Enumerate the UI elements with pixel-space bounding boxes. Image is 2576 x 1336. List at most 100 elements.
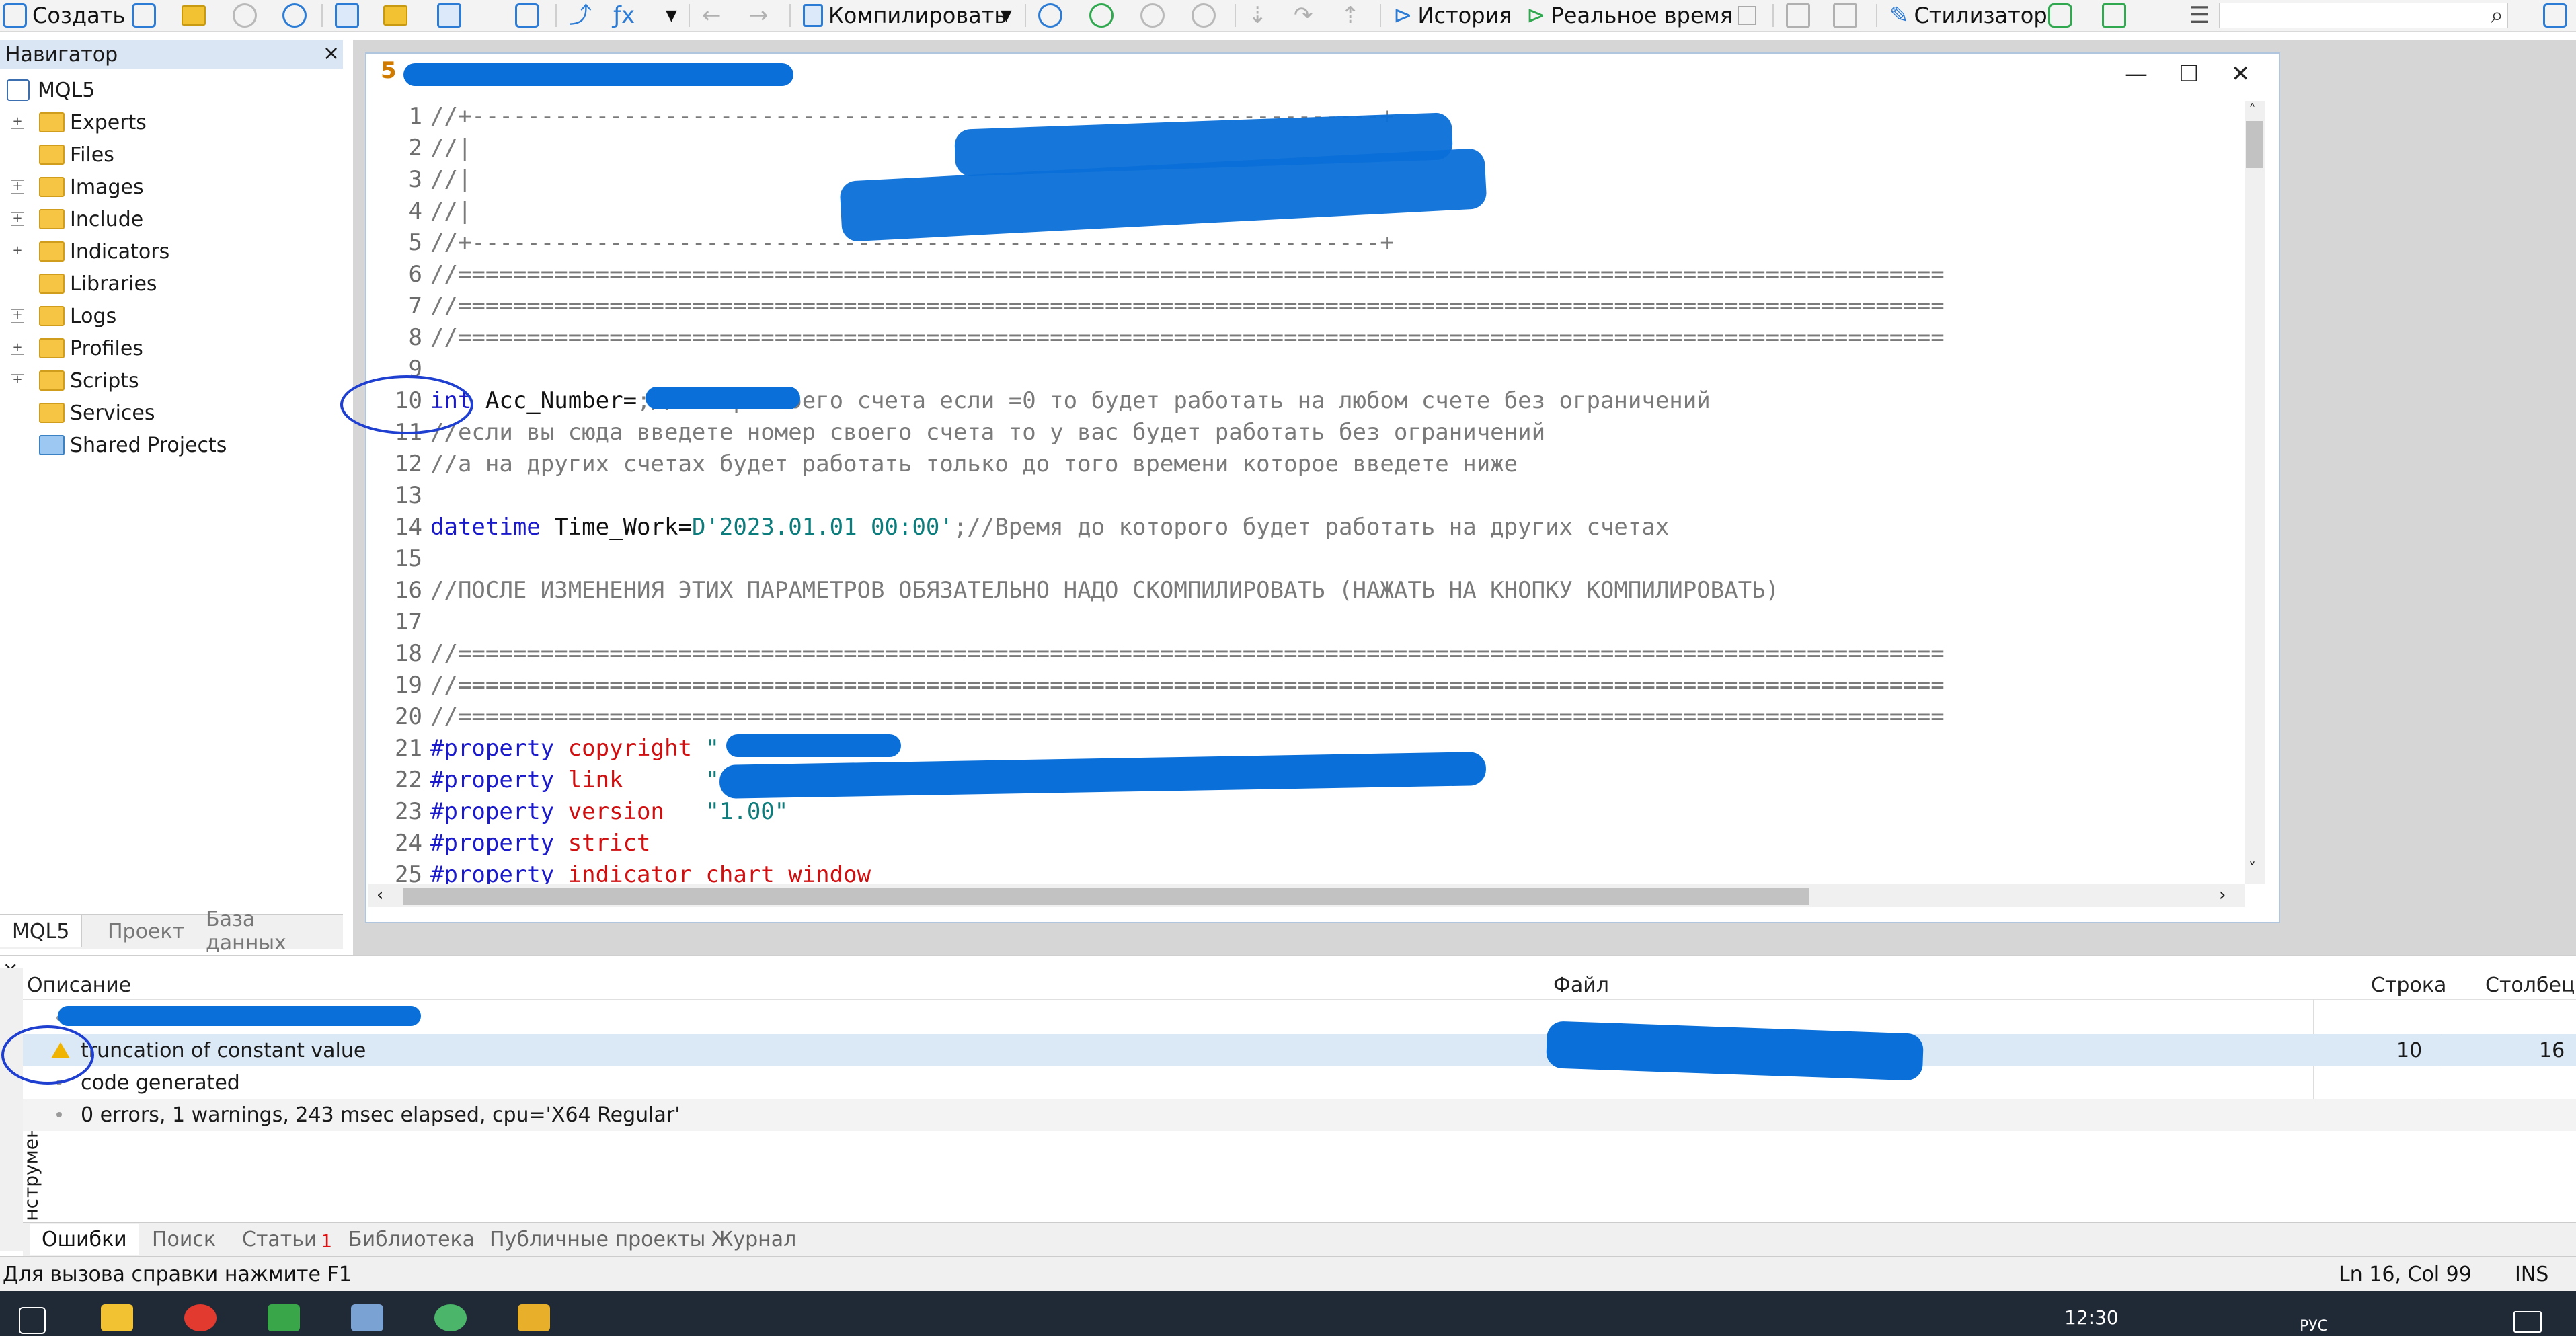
code-line[interactable]: 16 //ПОСЛЕ ИЗМЕНЕНИЯ ЭТИХ ПАРАМЕТРОВ ОБЯЗ… [368, 575, 1779, 606]
realtime-checkbox[interactable] [1738, 0, 1756, 31]
col-file[interactable]: Файл [1553, 974, 1609, 997]
find-doc-button[interactable] [1833, 0, 1857, 31]
tab-search[interactable]: Поиск [140, 1224, 228, 1255]
realtime-button[interactable]: ⊳ Реальное время [1526, 0, 1733, 31]
windows-start-icon[interactable] [19, 1307, 46, 1334]
print-button[interactable] [515, 0, 539, 31]
navigator-toggle-button[interactable] [335, 0, 359, 31]
chrome-icon[interactable] [184, 1304, 217, 1331]
code-line[interactable]: 17 [368, 606, 422, 638]
navigator-close-icon[interactable]: × [323, 42, 340, 65]
copy-button[interactable] [437, 0, 461, 31]
save-button[interactable] [282, 0, 307, 31]
download-button[interactable] [233, 0, 257, 31]
expand-icon[interactable]: + [11, 116, 24, 129]
var-button[interactable]: ⤴ [569, 0, 592, 31]
error-row-warning[interactable]: truncation of constant value 10 16 [23, 1034, 2576, 1066]
scroll-down-icon[interactable]: ˅ [2249, 861, 2256, 877]
expand-icon[interactable]: + [11, 342, 24, 355]
tab-errors[interactable]: Ошибки [30, 1224, 139, 1255]
code-line[interactable]: 15 [368, 543, 422, 575]
nav-tab-mql5[interactable]: MQL5 [0, 915, 83, 947]
col-description[interactable]: Описание [27, 974, 131, 997]
vertical-scroll-thumb[interactable] [2246, 121, 2263, 168]
debug-start-button[interactable] [1089, 0, 1114, 31]
app-icon[interactable] [434, 1304, 467, 1331]
app-icon[interactable] [268, 1304, 300, 1331]
cloud-button[interactable] [2102, 0, 2126, 31]
code-line[interactable]: 8 //=====================================… [368, 322, 1945, 354]
app-icon[interactable] [351, 1304, 383, 1331]
create-button[interactable]: Создать [3, 0, 125, 31]
history-button[interactable]: ⊳ История [1393, 0, 1512, 31]
code-line[interactable]: 3 //| [368, 164, 472, 196]
search-button[interactable]: ⌕ [2491, 0, 2503, 31]
code-line[interactable]: 6 //=====================================… [368, 259, 1945, 290]
error-row-summary[interactable]: 0 errors, 1 warnings, 243 msec elapsed, … [23, 1099, 2576, 1131]
copy-doc-button[interactable] [1786, 0, 1810, 31]
horizontal-scroll-thumb[interactable] [403, 888, 1809, 905]
scroll-right-icon[interactable]: › [2219, 885, 2226, 905]
code-line[interactable]: 18 //====================================… [368, 638, 1945, 670]
tab-public-projects[interactable]: Публичные проекты [477, 1224, 717, 1255]
step-into-button[interactable]: ⇣ [1248, 0, 1267, 31]
code-line[interactable]: 24 #property strict [368, 828, 650, 859]
expand-icon[interactable]: + [11, 309, 24, 323]
minimize-button[interactable]: — [2125, 61, 2148, 87]
open-button[interactable] [182, 0, 206, 31]
search-input[interactable] [2219, 3, 2508, 28]
expand-icon[interactable]: + [11, 245, 24, 258]
metaeditor-icon[interactable] [518, 1304, 550, 1331]
compile-button[interactable]: Компилировать [803, 0, 1007, 31]
code-line[interactable]: 7 //=====================================… [368, 290, 1945, 322]
debug-history-button[interactable] [1038, 0, 1062, 31]
add-button[interactable] [132, 0, 156, 31]
code-line[interactable]: 23 #property version "1.00" [368, 796, 788, 828]
code-line[interactable]: 2 //| [368, 132, 472, 164]
expand-icon[interactable]: + [11, 374, 24, 387]
shield-button[interactable] [2048, 0, 2072, 31]
tab-journal[interactable]: Журнал [699, 1224, 808, 1255]
folder-button[interactable] [383, 0, 407, 31]
error-row[interactable]: code generated [23, 1066, 2576, 1099]
step-over-button[interactable]: ↷ [1294, 0, 1313, 31]
code-line[interactable]: 12 //а на других счетах будет работать то… [368, 448, 1518, 480]
tab-articles[interactable]: Статьи 1 [230, 1224, 344, 1255]
code-line[interactable]: 19 //====================================… [368, 670, 1945, 701]
nav-tab-project[interactable]: Проект [95, 915, 196, 947]
code-line[interactable]: 21 #property copyright " [368, 733, 719, 764]
step-out-button[interactable]: ⇡ [1341, 0, 1360, 31]
function-button[interactable]: ƒx [613, 0, 635, 31]
code-line[interactable]: 20 //====================================… [368, 701, 1945, 733]
forward-button[interactable]: → [749, 0, 769, 31]
settings-button[interactable]: ☰ [2189, 0, 2210, 31]
stop-button[interactable] [1192, 0, 1216, 31]
notification-icon[interactable] [2513, 1311, 2542, 1333]
function-dropdown[interactable]: ▼ [666, 0, 677, 31]
expand-icon[interactable]: + [11, 212, 24, 226]
code-line[interactable]: 1//+------------------------------------… [368, 101, 1394, 132]
compile-dropdown[interactable]: ▼ [1001, 0, 1012, 31]
taskbar-clock[interactable]: 12:30 [2064, 1306, 2119, 1329]
styler-button[interactable]: ✎ Стилизатор [1889, 0, 2047, 31]
scroll-up-icon[interactable]: ˄ [2249, 102, 2256, 119]
code-line[interactable]: 4 //| [368, 196, 472, 227]
account-button[interactable] [2543, 0, 2567, 31]
code-line[interactable]: 22 #property link " [368, 764, 719, 796]
code-line[interactable]: 5//+------------------------------------… [368, 227, 1394, 259]
vertical-scrollbar[interactable] [2245, 101, 2265, 884]
back-button[interactable]: ← [702, 0, 721, 31]
taskbar-language[interactable]: РУС [2300, 1318, 2328, 1335]
code-line[interactable]: 25 #property indicator_chart_window [368, 859, 871, 884]
code-line[interactable]: 14 datetime Time_Work=D'2023.01.01 00:00'… [368, 512, 1669, 543]
expand-icon[interactable]: + [11, 180, 24, 194]
close-button[interactable]: ✕ [2231, 61, 2251, 87]
tab-library[interactable]: Библиотека [336, 1224, 487, 1255]
code-line[interactable]: 13 [368, 480, 422, 512]
explorer-icon[interactable] [101, 1304, 133, 1331]
pause-button[interactable] [1140, 0, 1165, 31]
maximize-button[interactable]: ☐ [2179, 61, 2199, 87]
nav-tab-database[interactable]: База данных [194, 908, 343, 955]
col-line[interactable]: Строка [2371, 974, 2446, 997]
col-column[interactable]: Столбец [2485, 974, 2575, 997]
